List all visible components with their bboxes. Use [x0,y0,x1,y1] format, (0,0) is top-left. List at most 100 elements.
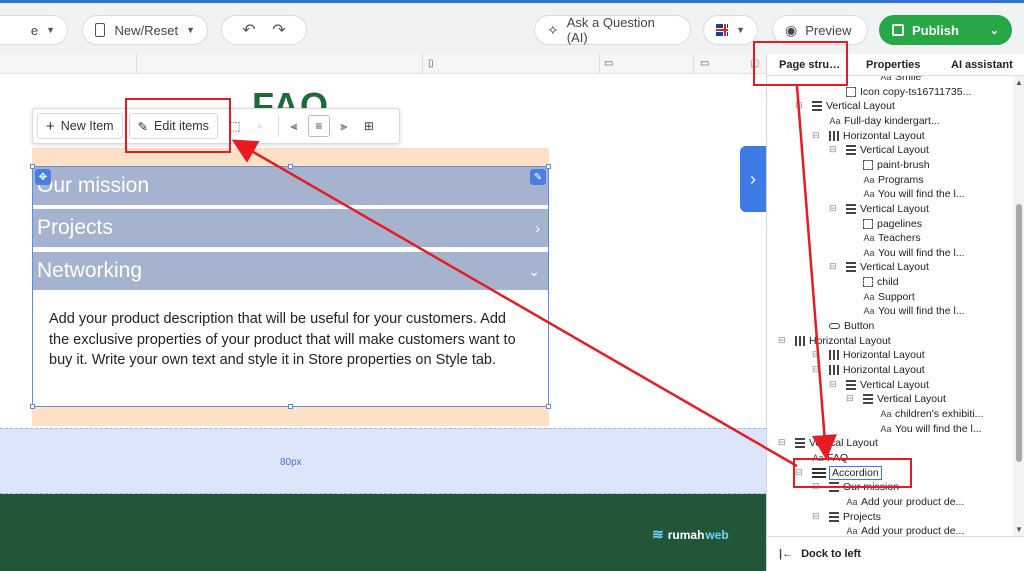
tree-node[interactable]: Vertical Layout [863,392,946,406]
tree-toggle-icon[interactable]: ⊟ [846,393,854,404]
device-ruler: ▯ ▭ ▭ ▢ [0,54,766,74]
text-icon: Aa [863,306,875,317]
accordion-item-our-mission[interactable]: Our mission [33,167,548,205]
caret-down-icon: ▼ [736,25,745,35]
tree-node[interactable]: Aa Programs [863,173,923,187]
tree-node[interactable]: pagelines [863,217,922,231]
vertical-layout-icon [863,394,873,405]
dock-to-left-button[interactable]: |← Dock to left [767,536,1024,571]
align-right-icon[interactable]: ⫸ [333,115,355,137]
vertical-layout-icon [829,511,839,522]
horizontal-layout-icon [829,130,839,141]
tree-node[interactable]: Aa You will find the l... [863,246,964,260]
tree-node[interactable]: Icon copy-ts16711735... [846,85,971,99]
scroll-up-icon[interactable]: ▲ [1015,78,1023,87]
page-select[interactable]: e ▼ [0,15,68,45]
tree-node[interactable]: Vertical Layout [795,436,878,450]
language-select[interactable]: ▼ [703,15,758,45]
tree-node[interactable]: Projects [829,510,881,524]
tree-node[interactable]: Aa children's exhibiti... [880,407,983,421]
laptop-device-icon[interactable]: ▭ [700,58,709,69]
chevron-down-icon[interactable]: ⌄ [990,24,999,37]
tablet-device-icon[interactable]: ▭ [604,58,613,69]
highlight-edit-items [125,98,231,153]
undo-icon[interactable]: ↶ [242,20,255,40]
ask-question-button[interactable]: ✧ Ask a Question (AI) [534,15,691,45]
faq-heading[interactable]: FAQ [252,88,329,108]
tree-node[interactable]: Aa Smile [880,76,921,84]
tree-node[interactable]: Horizontal Layout [829,363,925,377]
accordion-item-label: Our mission [37,174,150,197]
tree-node[interactable]: Vertical Layout [846,378,929,392]
resize-handle[interactable] [30,404,35,409]
tree-scrollbar[interactable]: ▲ ▼ [1013,76,1024,536]
align-center-icon[interactable]: ≡ [307,115,330,137]
new-item-button[interactable]: + New Item [37,113,123,139]
align-left-icon[interactable]: ⫷ [283,115,305,137]
resize-handle[interactable] [288,404,293,409]
tree-toggle-icon[interactable]: ⊟ [778,437,786,448]
scroll-thumb[interactable] [1016,204,1022,462]
tree-node-label: Vertical Layout [809,437,878,450]
accordion-item-networking[interactable]: Networking ⌄ [33,252,548,290]
tree-node[interactable]: Button [829,319,874,333]
select-inner-icon[interactable]: ▫ [249,115,271,137]
spacing-area[interactable]: 80px [0,428,766,494]
tree-node[interactable]: Aa You will find the l... [863,187,964,201]
tree-node[interactable]: Aa Add your product de... [846,524,964,536]
publish-button[interactable]: Publish ⌄ [879,15,1012,45]
rumahweb-logo: ≋ rumah web [652,526,729,543]
redo-icon[interactable]: ↷ [272,20,285,40]
tree-node[interactable]: Vertical Layout [846,202,929,216]
tree-node[interactable]: Aa Support [863,290,915,304]
tab-ai-assistant[interactable]: AI assistant [951,59,1013,71]
edit-pencil-icon[interactable]: ✎ [530,169,546,185]
resize-handle[interactable] [30,164,35,169]
tree-node[interactable]: Aa Full-day kindergart... [829,114,940,128]
tree-node[interactable]: Aa Add your product de... [846,495,964,509]
tree-toggle-icon[interactable]: ⊟ [812,364,820,375]
tree-node[interactable]: Horizontal Layout [795,334,891,348]
tree-toggle-icon[interactable]: ⊟ [812,511,820,522]
tree-node[interactable]: Horizontal Layout [829,129,925,143]
tree-node[interactable]: Aa You will find the l... [880,422,981,436]
tree-toggle-icon[interactable]: ⊟ [795,100,803,111]
accordion-item-projects[interactable]: Projects › [33,209,548,247]
chevron-right-icon: › [750,168,756,189]
vertical-layout-icon [846,262,856,273]
tree-node-label: Support [878,290,915,303]
move-icon[interactable]: ✥ [35,169,51,185]
tree-toggle-icon[interactable]: ⊟ [812,349,820,360]
tree-node[interactable]: Aa You will find the l... [863,304,964,318]
accordion-item-content[interactable]: Add your product description that will b… [49,309,529,371]
tree-node[interactable]: Aa Teachers [863,231,920,245]
tree-toggle-icon[interactable]: ⊟ [829,379,837,390]
tree-node[interactable]: child [863,275,899,289]
tree-node[interactable]: Vertical Layout [846,143,929,157]
stretch-icon[interactable]: ⊞ [358,115,380,137]
tree-node[interactable]: paint-brush [863,158,930,172]
tree-toggle-icon[interactable]: ⊟ [829,203,837,214]
tree-toggle-icon[interactable]: ⊟ [829,144,837,155]
tree-node-label: Full-day kindergart... [844,114,940,127]
logo-wave-icon: ≋ [652,526,664,542]
tree-node[interactable]: Horizontal Layout [829,348,925,362]
panel-collapse-tab[interactable]: › [740,146,766,212]
image-icon [863,277,873,288]
mobile-device-icon[interactable]: ▯ [428,58,434,69]
tree-toggle-icon[interactable]: ⊟ [829,261,837,272]
resize-handle[interactable] [546,164,551,169]
new-reset-button[interactable]: New/Reset ▼ [82,15,208,45]
right-panel: Page stru… Properties AI assistant Aa Smi… [766,54,1024,571]
accordion-widget[interactable]: Our mission Projects › Networking ⌄ Add … [30,164,551,409]
text-icon: Aa [863,291,875,302]
tab-properties[interactable]: Properties [866,59,920,71]
scroll-down-icon[interactable]: ▼ [1015,525,1023,534]
tree-toggle-icon[interactable]: ⊟ [812,130,820,141]
resize-handle[interactable] [288,164,293,169]
resize-handle[interactable] [546,404,551,409]
tree-toggle-icon[interactable]: ⊟ [778,335,786,346]
tree-node[interactable]: Vertical Layout [812,99,895,113]
tree-node[interactable]: Vertical Layout [846,260,929,274]
toolbar-divider [277,115,279,137]
